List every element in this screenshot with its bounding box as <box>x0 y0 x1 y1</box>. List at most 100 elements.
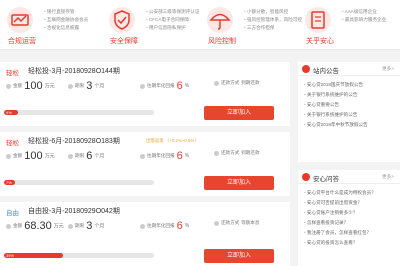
term-unit: 个月 <box>94 153 105 160</box>
feature-title: 风险控制 <box>208 38 236 45</box>
feature-item: 强风控管理体系，风险可控 <box>244 16 302 24</box>
method-value: 等额本息 <box>241 220 260 225</box>
product-name[interactable]: 轻松投-3月-20180928O144期 <box>28 66 120 76</box>
rate-unit: % <box>184 153 190 159</box>
join-button[interactable]: 立即加入 <box>204 106 274 120</box>
method-value: 到期还款 <box>241 80 260 85</box>
amount-icon <box>6 83 11 89</box>
term-label: 期限 <box>75 223 85 228</box>
method-label: 还款方式 <box>221 150 240 155</box>
product-name[interactable]: 轻松投-6月-20180928O183期 <box>28 136 120 146</box>
feature-item: 最具影响力服务企业 <box>342 16 386 24</box>
qa-header: 安心问答 更多> <box>298 170 400 184</box>
rate-icon <box>140 153 145 159</box>
notice-title: 站内公告 <box>313 68 339 75</box>
feature-title: 合规运营 <box>8 38 36 45</box>
notice-item[interactable]: 安心贷2018年中秋节放假公告 <box>304 120 368 130</box>
qa-item[interactable]: 怎样查看投资记录？ <box>304 218 376 228</box>
certificate-icon <box>305 7 331 33</box>
method-label: 还款方式 <box>221 220 240 225</box>
amount-label: 金额 <box>13 83 23 88</box>
umbrella-icon <box>207 7 233 33</box>
join-button[interactable]: 立即加入 <box>204 249 274 263</box>
term-icon <box>68 223 73 229</box>
feature-item: 三方合作担保 <box>244 24 302 32</box>
feature-item: 小额分散，智能风控 <box>244 8 302 16</box>
amount-unit: 万元 <box>44 153 55 160</box>
notice-header: 站内公告 更多> <box>298 62 400 76</box>
notice-panel: 站内公告 更多> 安心贷2018国庆节放假公告 关于银行系统维护的公告 安心贷重… <box>298 62 400 162</box>
feature-item: 银行直接存管 <box>44 8 88 16</box>
method-icon <box>214 220 219 226</box>
rate-value: 6 <box>176 80 183 92</box>
term-value: 3 <box>86 220 93 232</box>
progress-bar: 9% <box>4 110 154 115</box>
amount-value: 100 <box>24 150 43 162</box>
product-card: 轻松 轻松投-3月-20180928O144期 金额 100 万元 期限 3 个月 往期… <box>0 62 290 126</box>
product-card: 轻松 轻松投-6月-20180928O183期 出借返现 （+0.2%~0.6%… <box>0 132 290 196</box>
method-icon <box>214 80 219 86</box>
product-card: 自由 自由投-3月-20180929O042期 金额 68.30 万元 期限 3 个月 … <box>0 202 290 266</box>
rate-icon <box>140 223 145 229</box>
rate-unit: % <box>184 83 190 89</box>
amount-icon <box>6 223 11 229</box>
product-tag: 轻松 <box>6 140 19 147</box>
amount-label: 金额 <box>13 223 23 228</box>
qa-item[interactable]: 安心贷平台什么是成为特权会员？ <box>304 188 376 198</box>
progress-label: 39% <box>6 253 15 258</box>
notice-more-link[interactable]: 更多> <box>382 66 394 72</box>
feature-item: CFCA电子合同保障 <box>146 16 199 24</box>
notice-item[interactable]: 关于银行系统维护的公告 <box>304 90 368 100</box>
shield-icon <box>109 7 135 33</box>
qa-panel: 安心问答 更多> 安心贷平台什么是成为特权会员？ 安心贷可否提前出借资金？ 安心… <box>298 170 400 266</box>
feature-item: AAA级信用企业 <box>342 8 386 16</box>
product-tag: 自由 <box>6 210 19 217</box>
product-name[interactable]: 自由投-3月-20180929O042期 <box>28 206 120 216</box>
feature-item: 公安部三级等保测评认证 <box>146 8 200 16</box>
rate-label: 往期年化回报 <box>147 223 175 228</box>
feature-item: 互联网金融协会会员 <box>44 16 88 24</box>
qa-item[interactable]: 安心贷的投资怎么查看？ <box>304 238 376 248</box>
term-value: 3 <box>86 80 93 92</box>
progress-bar: 39% <box>4 253 154 258</box>
term-unit: 个月 <box>94 83 105 90</box>
term-label: 期限 <box>75 83 85 88</box>
qa-more-link[interactable]: 更多> <box>382 174 394 180</box>
rate-value: 6 <box>176 150 183 162</box>
amount-value: 100 <box>24 80 43 92</box>
notice-item[interactable]: 安心贷重要公告 <box>304 100 368 110</box>
qa-item[interactable]: 安心贷可否提前出借资金？ <box>304 198 376 208</box>
feature-item: 合规化信息披露 <box>44 24 88 32</box>
term-value: 6 <box>86 150 93 162</box>
notice-icon <box>302 65 310 73</box>
qa-title: 安心问答 <box>313 176 339 183</box>
qa-list: 安心贷平台什么是成为特权会员？ 安心贷可否提前出借资金？ 安心贷账户注销要多少？… <box>304 188 376 248</box>
feature-item: 用户信息隐私保护 <box>146 24 199 32</box>
qa-icon <box>302 173 310 181</box>
qa-item[interactable]: 我注册了会员，怎样查看红包？ <box>304 228 376 238</box>
rate-value: 6 <box>176 220 183 232</box>
amount-value: 68.30 <box>24 220 52 232</box>
rate-label: 往期年化回报 <box>147 83 175 88</box>
progress-label: 9% <box>6 110 12 115</box>
notice-item[interactable]: 安心贷2018国庆节放假公告 <box>304 80 368 90</box>
notice-item[interactable]: 关于银行系统维护的公告 <box>304 110 368 120</box>
progress-bar: 7% <box>4 180 154 185</box>
amount-unit: 万元 <box>53 223 64 230</box>
notice-list: 安心贷2018国庆节放假公告 关于银行系统维护的公告 安心贷重要公告 关于银行系… <box>304 80 368 130</box>
term-label: 期限 <box>75 153 85 158</box>
amount-icon <box>6 153 11 159</box>
amount-label: 金额 <box>13 153 23 158</box>
term-unit: 个月 <box>94 223 105 230</box>
features-bar: 合规运营 银行直接存管 互联网金融协会会员 合规化信息披露 安全保障 公安部三级… <box>0 0 400 50</box>
feature-title: 关乎安心 <box>306 38 334 45</box>
feature-title: 安全保障 <box>110 38 138 45</box>
rate-icon <box>140 83 145 89</box>
rate-label: 往期年化回报 <box>147 153 175 158</box>
qa-item[interactable]: 安心贷账户注销要多少？ <box>304 208 376 218</box>
progress-label: 7% <box>6 180 12 185</box>
promo-badge: 出借返现 （+0.2%~0.6%） <box>146 138 199 143</box>
join-button[interactable]: 立即加入 <box>204 176 274 190</box>
term-icon <box>68 83 73 89</box>
amount-unit: 万元 <box>44 83 55 90</box>
